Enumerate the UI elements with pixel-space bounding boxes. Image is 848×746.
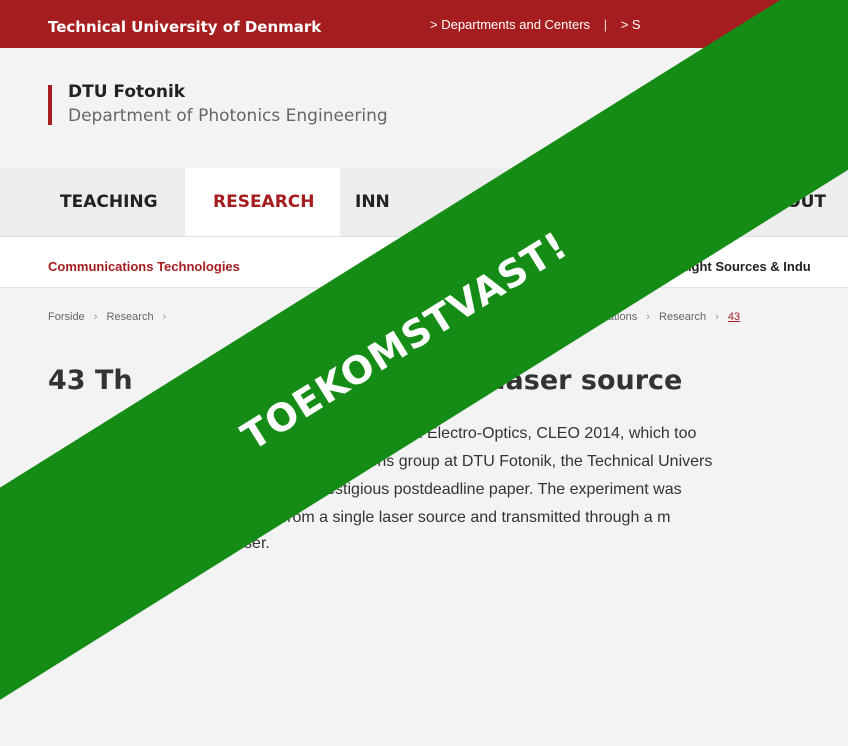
article-line: ed very prestigious postdeadline paper. …: [255, 481, 682, 498]
breadcrumb-forside[interactable]: Forside: [48, 311, 85, 323]
subnav-communications[interactable]: Communications Technologies: [48, 259, 240, 274]
chevron-right-icon: ›: [646, 311, 650, 323]
top-links-separator: |: [603, 17, 608, 32]
nav-partial-es[interactable]: ES: [715, 168, 739, 236]
top-links: > Departments and Centers | > S: [430, 17, 651, 32]
article-line: n Lasers and Electro-Optics, CLEO 2014, …: [330, 425, 697, 442]
article-title-end: gle laser source: [440, 365, 683, 396]
nav-teaching[interactable]: TEACHING: [60, 168, 158, 236]
brand-subtitle: Department of Photonics Engineering: [68, 106, 388, 126]
subnav-divider: [655, 254, 656, 278]
brand-title[interactable]: DTU Fotonik: [68, 82, 185, 102]
breadcrumb-research[interactable]: Research: [106, 311, 153, 323]
chevron-right-icon: ›: [93, 311, 98, 323]
university-link[interactable]: Technical University of Denmark: [48, 18, 321, 36]
article-line: rom a single laser.: [140, 535, 270, 552]
departments-link[interactable]: > Departments and Centers: [430, 17, 590, 32]
top-link-partial[interactable]: > S: [621, 17, 641, 32]
top-bar: Technical University of Denmark > Depart…: [0, 0, 848, 48]
nav-about[interactable]: ABOUT: [760, 168, 826, 236]
breadcrumb-optical-communications[interactable]: Optical Communications: [518, 311, 637, 323]
chevron-right-icon: ›: [715, 311, 719, 323]
article-title-start: 43 Th: [48, 365, 133, 396]
chevron-right-icon: ›: [162, 311, 167, 323]
main-nav: TEACHING RESEARCH INN ES ABOUT: [0, 168, 848, 237]
article-line: ght coming from a single laser source an…: [200, 509, 671, 526]
sub-nav: Communications Technologies s Light Sour…: [0, 237, 848, 288]
subnav-light-sources[interactable]: Light Sources & Indu: [680, 259, 811, 274]
subnav-partial[interactable]: s: [600, 259, 607, 274]
brand-accent-bar: [48, 85, 52, 125]
nav-research[interactable]: RESEARCH: [185, 168, 340, 236]
breadcrumb-current[interactable]: 43: [728, 311, 740, 323]
nav-innovation[interactable]: INN: [355, 168, 390, 236]
breadcrumb: Forside › Research › Optical Communicati…: [48, 311, 740, 323]
article-line: nmunications group at DTU Fotonik, the T…: [300, 453, 713, 470]
breadcrumb-research-2[interactable]: Research: [659, 311, 706, 323]
